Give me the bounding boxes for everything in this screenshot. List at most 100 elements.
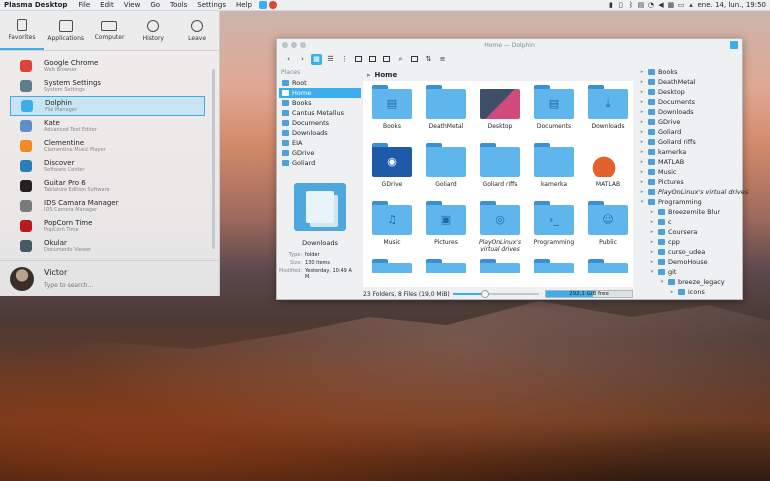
clipboard-icon[interactable]: ▯ [617, 1, 624, 9]
app-item-guitar-pro-6[interactable]: Guitar Pro 6 Tablature Edition Software [10, 176, 205, 196]
tree-item-downloads[interactable]: ▸ Downloads [639, 107, 743, 117]
chevron-right-icon[interactable]: ▸ [649, 249, 655, 255]
file-item-partial[interactable] [473, 259, 527, 317]
close-icon[interactable] [730, 41, 738, 49]
chevron-right-icon[interactable]: ▸ [639, 189, 645, 195]
file-item-documents[interactable]: ▤ Documents [527, 85, 581, 143]
split-icon[interactable] [367, 54, 378, 65]
chevron-right-icon[interactable]: ▸ [649, 209, 655, 215]
tree-item-goliard-riffs[interactable]: ▸ Goliard riffs [639, 137, 743, 147]
tree-item-breezemite-blur[interactable]: ▸ Breezemite Blur [639, 207, 743, 217]
file-view[interactable]: ▸ Home ▤ Books DeathMetal Desktop ▤ Documents… [363, 69, 633, 287]
chevron-down-icon[interactable]: ▾ [659, 279, 665, 285]
place-gdrive[interactable]: GDrive [279, 148, 361, 158]
file-item-goliard[interactable]: Goliard [419, 143, 473, 201]
tree-item-goliard[interactable]: ▸ Goliard [639, 127, 743, 137]
menu-file[interactable]: File [73, 1, 95, 9]
chrome-task-icon[interactable] [268, 1, 277, 9]
breadcrumb-arrow-icon[interactable]: ▸ [367, 71, 371, 79]
place-root[interactable]: Root [279, 78, 361, 88]
tree-item-desktop[interactable]: ▸ Desktop [639, 87, 743, 97]
chevron-right-icon[interactable]: ▸ [639, 99, 645, 105]
tree-item-c[interactable]: ▸ c [639, 217, 743, 227]
place-eia[interactable]: EIA [279, 138, 361, 148]
volume-icon[interactable]: ◀ [657, 1, 664, 9]
file-item-goliard-riffs[interactable]: Goliard riffs [473, 143, 527, 201]
tab-history[interactable]: History [131, 11, 175, 50]
tab-favorites[interactable]: Favorites [0, 11, 44, 50]
app-item-discover[interactable]: Discover Software Center [10, 156, 205, 176]
place-goliard[interactable]: Goliard [279, 158, 361, 168]
keyboard-icon[interactable]: ▦ [667, 1, 675, 9]
chevron-right-icon[interactable]: ▸ [639, 109, 645, 115]
tree-item-programming[interactable]: ▾ Programming [639, 197, 743, 207]
back-icon[interactable]: ‹ [283, 54, 294, 65]
menu-settings[interactable]: Settings [192, 1, 231, 9]
compact-view-icon[interactable]: ☰ [325, 54, 336, 65]
place-cantus-metallus[interactable]: Cantus Metallus [279, 108, 361, 118]
zoom-slider[interactable] [453, 293, 539, 295]
zoom-slider-handle[interactable] [481, 290, 489, 298]
file-item-matlab[interactable]: MATLAB [581, 143, 635, 201]
place-downloads[interactable]: Downloads [279, 128, 361, 138]
tree-item-playonlinux-s-virtual-drives[interactable]: ▸ PlayOnLinux's virtual drives [639, 187, 749, 197]
device-icon[interactable]: ▤ [637, 1, 645, 9]
chevron-right-icon[interactable]: ▸ [649, 229, 655, 235]
chevron-right-icon[interactable]: ▸ [639, 179, 645, 185]
tree-item-books[interactable]: ▸ Books [639, 67, 743, 77]
tree-item-kamerka[interactable]: ▸ kamerka [639, 147, 743, 157]
chevron-right-icon[interactable]: ▸ [639, 79, 645, 85]
dolphin-task-icon[interactable] [258, 1, 267, 9]
chevron-right-icon[interactable]: ▸ [669, 289, 675, 295]
file-item-public[interactable]: ☺ Public [581, 201, 635, 259]
hamburger-menu-icon[interactable]: ≡ [437, 54, 448, 65]
place-documents[interactable]: Documents [279, 118, 361, 128]
tree-item-gdrive[interactable]: ▸ GDrive [639, 117, 743, 127]
chevron-down-icon[interactable]: ▾ [649, 269, 655, 275]
window-titlebar[interactable]: Home — Dolphin [277, 39, 742, 51]
file-item-desktop[interactable]: Desktop [473, 85, 527, 143]
file-item-pictures[interactable]: ▣ Pictures [419, 201, 473, 259]
tab-computer[interactable]: Computer [88, 11, 132, 50]
tree-item-deathmetal[interactable]: ▸ DeathMetal [639, 77, 743, 87]
preview-icon[interactable] [353, 54, 364, 65]
tree-item-cpp[interactable]: ▸ cpp [639, 237, 743, 247]
find-icon[interactable]: ⌕ [395, 54, 406, 65]
breadcrumb[interactable]: ▸ Home [363, 69, 633, 81]
file-item-programming[interactable]: ›_ Programming [527, 201, 581, 259]
breadcrumb-home[interactable]: Home [375, 71, 398, 79]
sort-icon[interactable]: ⇅ [423, 54, 434, 65]
file-item-downloads[interactable]: ⤓ Downloads [581, 85, 635, 143]
music-icon[interactable]: ▮ [607, 1, 614, 9]
menu-tools[interactable]: Tools [165, 1, 192, 9]
file-item-playonlinux-s-virtual-drives[interactable]: ◎ PlayOnLinux's virtual drives [473, 201, 527, 259]
file-item-partial[interactable] [581, 259, 635, 317]
tree-item-demohouse[interactable]: ▸ DemoHouse [639, 257, 743, 267]
bluetooth-icon[interactable]: ᛒ [627, 1, 634, 9]
tab-applications[interactable]: Applications [44, 11, 88, 50]
tab-leave[interactable]: Leave [175, 11, 219, 50]
avatar[interactable] [10, 267, 34, 291]
details-view-icon[interactable]: ⋮ [339, 54, 350, 65]
tree-item-pictures[interactable]: ▸ Pictures [639, 177, 743, 187]
app-item-system-settings[interactable]: System Settings System Settings [10, 76, 205, 96]
app-item-popcorn-time[interactable]: PopCorn Time PopCorn Time [10, 216, 205, 236]
tree-item-documents[interactable]: ▸ Documents [639, 97, 743, 107]
chevron-right-icon[interactable]: ▸ [639, 119, 645, 125]
arrow-up-icon[interactable]: ▴ [687, 1, 694, 9]
launcher-scrollbar[interactable] [212, 69, 215, 249]
chevron-right-icon[interactable]: ▸ [639, 139, 645, 145]
search-input[interactable] [44, 282, 194, 289]
tree-item-coursera[interactable]: ▸ Coursera [639, 227, 743, 237]
chevron-right-icon[interactable]: ▸ [639, 89, 645, 95]
tree-item-git[interactable]: ▾ git [639, 267, 743, 277]
file-item-partial[interactable] [365, 259, 419, 317]
forward-icon[interactable]: › [297, 54, 308, 65]
app-item-clementine[interactable]: Clementine Clementine Music Player [10, 136, 205, 156]
file-item-kamerka[interactable]: kamerka [527, 143, 581, 201]
place-books[interactable]: Books [279, 98, 361, 108]
chevron-right-icon[interactable]: ▸ [649, 259, 655, 265]
network-icon[interactable]: ◔ [647, 1, 654, 9]
tree-item-breeze-legacy[interactable]: ▾ breeze_legacy [639, 277, 743, 287]
file-item-music[interactable]: ♫ Music [365, 201, 419, 259]
